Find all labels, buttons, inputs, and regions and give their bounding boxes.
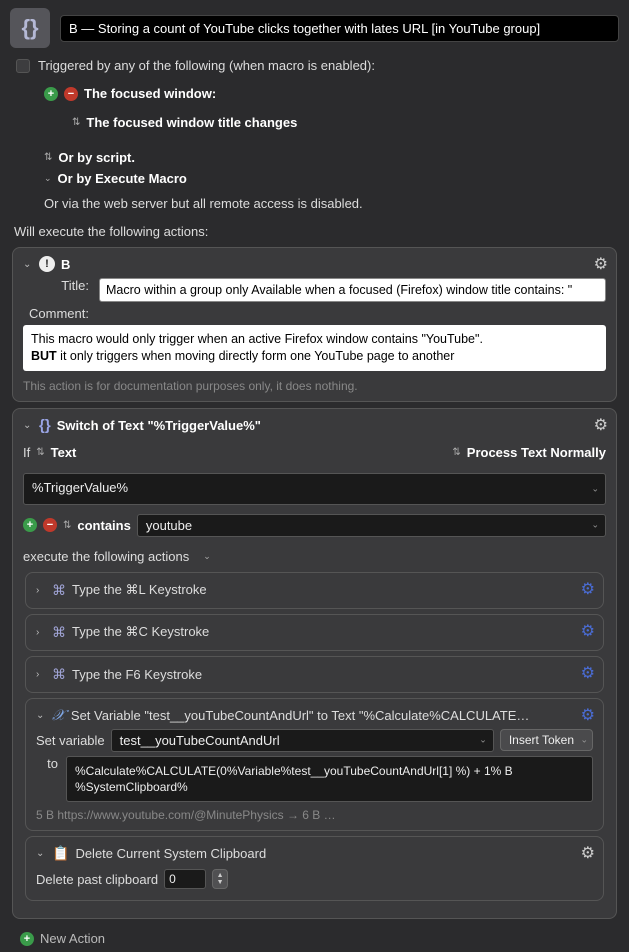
action-comment-card[interactable]: ⚙ ⌄ ! B Title: Comment: This macro would… [12, 247, 617, 402]
insert-token-label: Insert Token [509, 733, 574, 747]
chevron-down-icon[interactable]: ⌄ [591, 520, 599, 531]
chevron-down-icon[interactable]: ⌄ [479, 735, 487, 746]
macro-title-input[interactable] [60, 15, 619, 42]
comment-line1: This macro would only trigger when an ac… [31, 332, 483, 346]
add-condition-button[interactable]: + [23, 518, 37, 532]
variable-name-input[interactable]: test__youTubeCountAndUrl ⌄ [111, 729, 494, 752]
up-down-icon[interactable]: ⇅ [44, 152, 52, 163]
or-via-web-label: Or via the web server but all remote acc… [44, 196, 363, 211]
window-title-changes-label: The focused window title changes [86, 115, 297, 130]
action-title-input[interactable] [99, 278, 606, 302]
to-value-textarea[interactable]: %Calculate%CALCULATE(0%Variable%test__yo… [66, 756, 593, 802]
contains-input[interactable]: youtube ⌄ [137, 514, 606, 537]
chevron-down-icon[interactable]: ⌄ [203, 551, 211, 562]
execute-following-label: execute the following actions [23, 549, 189, 564]
remove-condition-button[interactable]: − [43, 518, 57, 532]
switch-action-card[interactable]: ⚙ ⌄ {} Switch of Text "%TriggerValue%" I… [12, 408, 617, 919]
set-variable-label: Set variable [36, 733, 105, 748]
gear-icon[interactable]: ⚙ [594, 415, 608, 435]
set-var-header: Set Variable "test__youTubeCountAndUrl" … [71, 708, 529, 723]
gear-icon[interactable]: ⚙ [581, 663, 595, 683]
chevron-down-icon: ⌄ [580, 735, 588, 746]
title-label: Title: [23, 278, 93, 293]
remove-trigger-button[interactable]: − [64, 87, 78, 101]
process-text-label: Process Text Normally [467, 445, 606, 460]
set-var-footer: 5 B https://www.youtube.com/@MinutePhysi… [36, 808, 593, 822]
gear-icon[interactable]: ⚙ [581, 843, 595, 863]
disclosure-chevron-icon[interactable]: › [36, 627, 46, 638]
type-f6-label: Type the F6 Keystroke [72, 667, 202, 682]
comment-label: Comment: [23, 306, 93, 321]
contains-value: youtube [146, 518, 192, 533]
disclosure-chevron-icon[interactable]: ⌄ [23, 259, 33, 270]
app-icon: {} [10, 8, 50, 48]
gear-icon[interactable]: ⚙ [581, 579, 595, 599]
disclosure-chevron-icon[interactable]: ⌄ [23, 420, 33, 431]
stepper-control[interactable]: ▲ ▼ [212, 869, 228, 889]
comment-bold: BUT [31, 349, 57, 363]
keyboard-icon: ⌘ [52, 582, 66, 599]
delete-past-label: Delete past clipboard [36, 872, 158, 887]
trigger-value-text: %TriggerValue% [32, 480, 128, 495]
set-variable-action[interactable]: ⚙ ⌄ 𝒳 Set Variable "test__youTubeCountAn… [25, 698, 604, 831]
variable-icon: 𝒳 [52, 707, 65, 725]
comment-line2: it only triggers when moving directly fo… [57, 349, 455, 363]
alert-icon: ! [39, 256, 55, 272]
or-by-script-label: Or by script. [58, 150, 135, 165]
trigger-enabled-checkbox[interactable] [16, 59, 30, 73]
up-down-icon[interactable]: ⇅ [63, 520, 71, 531]
keyboard-icon: ⌘ [52, 624, 66, 641]
if-label: If [23, 445, 30, 460]
clipboard-icon: 📋 [52, 845, 69, 862]
trigger-value-textarea[interactable]: %TriggerValue% ⌄ [23, 473, 606, 505]
to-value-text: %Calculate%CALCULATE(0%Variable%test__yo… [75, 764, 513, 794]
text-label: Text [51, 445, 77, 460]
stepper-down-icon: ▼ [217, 879, 224, 886]
focused-window-label: The focused window: [84, 86, 216, 101]
keyboard-icon: ⌘ [52, 666, 66, 683]
delete-clip-header: Delete Current System Clipboard [75, 846, 266, 861]
disclosure-chevron-icon[interactable]: › [36, 669, 46, 680]
switch-header: Switch of Text "%TriggerValue%" [57, 418, 261, 433]
type-l-action[interactable]: ⚙ › ⌘ Type the ⌘L Keystroke [25, 572, 604, 609]
type-c-action[interactable]: ⚙ › ⌘ Type the ⌘C Keystroke [25, 614, 604, 651]
or-by-execute-macro-label: Or by Execute Macro [58, 171, 187, 186]
chevron-down-icon[interactable]: ⌄ [44, 173, 52, 184]
trigger-header-label: Triggered by any of the following (when … [38, 58, 375, 73]
will-execute-label: Will execute the following actions: [14, 224, 208, 239]
delete-past-value-input[interactable] [164, 869, 206, 889]
action-b-name: B [61, 257, 70, 272]
contains-label: contains [77, 518, 130, 533]
up-down-icon[interactable]: ⇅ [452, 447, 460, 458]
gear-icon[interactable]: ⚙ [581, 705, 595, 725]
delete-clipboard-action[interactable]: ⚙ ⌄ 📋 Delete Current System Clipboard De… [25, 836, 604, 901]
disclosure-chevron-icon[interactable]: ⌄ [36, 710, 46, 721]
gear-icon[interactable]: ⚙ [594, 254, 608, 274]
disclosure-chevron-icon[interactable]: ⌄ [36, 848, 46, 859]
new-action-plus-button[interactable]: + [20, 932, 34, 946]
add-trigger-button[interactable]: + [44, 87, 58, 101]
switch-icon: {} [39, 417, 51, 434]
new-action-label[interactable]: New Action [40, 931, 105, 946]
comment-textarea[interactable]: This macro would only trigger when an ac… [23, 325, 606, 371]
disclosure-chevron-icon[interactable]: › [36, 585, 46, 596]
up-down-icon[interactable]: ⇅ [36, 447, 44, 458]
up-down-icon[interactable]: ⇅ [72, 117, 80, 128]
action-b-footer: This action is for documentation purpose… [23, 379, 606, 393]
variable-name: test__youTubeCountAndUrl [120, 733, 280, 748]
chevron-down-icon[interactable]: ⌄ [591, 483, 599, 494]
to-label: to [36, 756, 60, 771]
type-l-label: Type the ⌘L Keystroke [72, 582, 207, 598]
insert-token-dropdown[interactable]: Insert Token ⌄ [500, 729, 593, 751]
stepper-up-icon: ▲ [217, 872, 224, 879]
type-c-label: Type the ⌘C Keystroke [72, 624, 209, 640]
gear-icon[interactable]: ⚙ [581, 621, 595, 641]
type-f6-action[interactable]: ⚙ › ⌘ Type the F6 Keystroke [25, 656, 604, 693]
